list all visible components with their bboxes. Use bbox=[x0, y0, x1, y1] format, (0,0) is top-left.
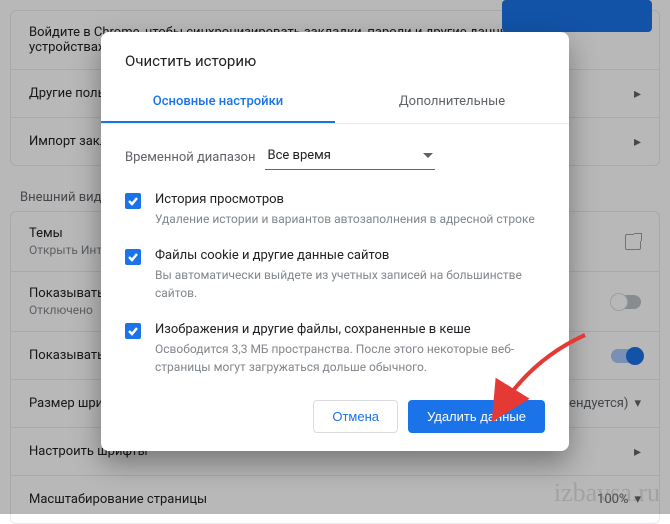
time-range-label: Временной диапазон bbox=[125, 150, 255, 165]
option-title: Изображения и другие файлы, сохраненные … bbox=[155, 322, 545, 337]
option-title: История просмотров bbox=[155, 192, 535, 207]
chevron-down-icon bbox=[423, 153, 433, 158]
clear-option-row: История просмотров Удаление истории и ва… bbox=[125, 192, 545, 228]
time-range-row: Временной диапазон Все время bbox=[125, 144, 545, 170]
clear-browsing-data-dialog: Очистить историю Основные настройки Допо… bbox=[101, 32, 569, 451]
checkbox-checked[interactable] bbox=[125, 249, 141, 265]
tab-advanced[interactable]: Дополнительные bbox=[335, 84, 569, 123]
clear-option-row: Файлы cookie и другие данные сайтов Вы а… bbox=[125, 248, 545, 302]
dialog-actions: Отмена Удалить данные bbox=[125, 400, 545, 433]
clear-data-button[interactable]: Удалить данные bbox=[408, 400, 545, 433]
clear-option-row: Изображения и другие файлы, сохраненные … bbox=[125, 322, 545, 376]
time-range-select[interactable]: Все время bbox=[265, 144, 435, 170]
option-desc: Вы автоматически выйдете из учетных запи… bbox=[155, 267, 545, 302]
tab-basic[interactable]: Основные настройки bbox=[101, 84, 335, 123]
cancel-button[interactable]: Отмена bbox=[313, 400, 398, 433]
option-title: Файлы cookie и другие данные сайтов bbox=[155, 248, 545, 263]
modal-overlay: Очистить историю Основные настройки Допо… bbox=[0, 0, 670, 514]
option-desc: Удаление истории и вариантов автозаполне… bbox=[155, 211, 535, 228]
time-range-value: Все время bbox=[267, 148, 330, 163]
dialog-tabs: Основные настройки Дополнительные bbox=[101, 84, 569, 124]
dialog-title: Очистить историю bbox=[125, 52, 545, 70]
option-desc: Освободится 3,3 МБ пространства. После э… bbox=[155, 341, 545, 376]
watermark: izbavsa.ru bbox=[554, 478, 660, 508]
checkbox-checked[interactable] bbox=[125, 323, 141, 339]
checkbox-checked[interactable] bbox=[125, 193, 141, 209]
